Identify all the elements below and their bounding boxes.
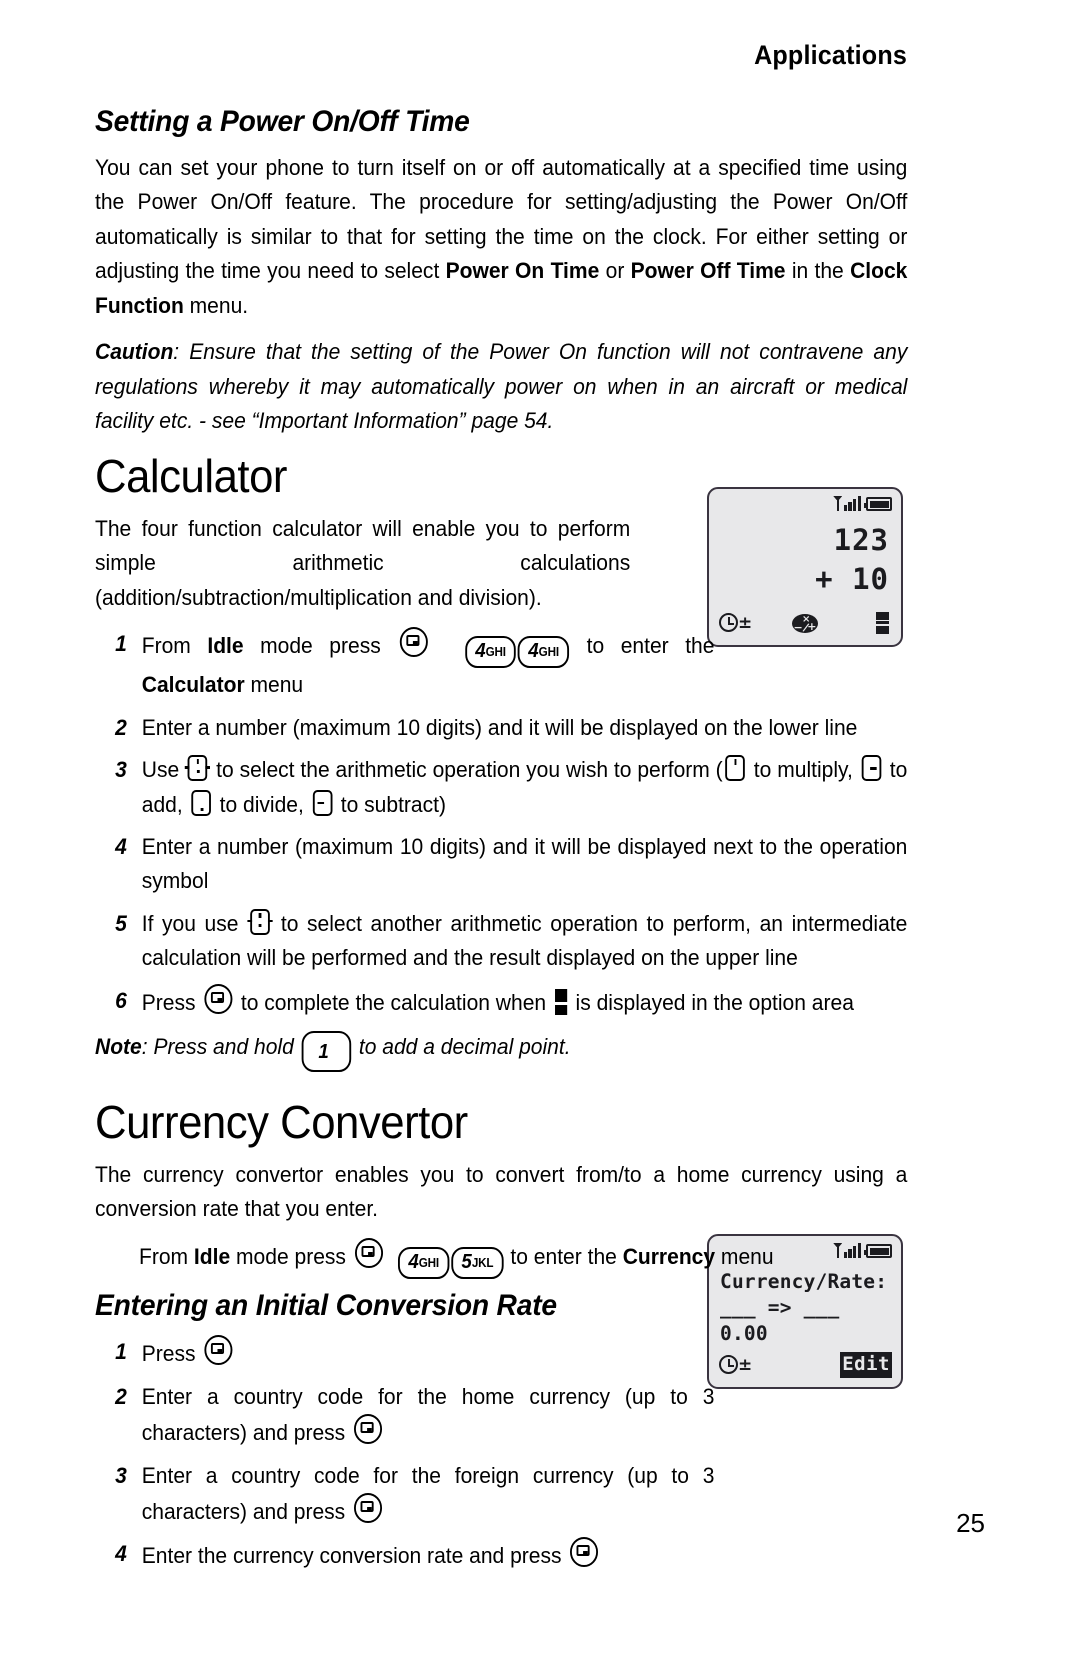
- select-key-icon: [354, 1238, 383, 1269]
- list-item: 1 From Idle mode press 4GHI 4GHI to enter …: [95, 627, 714, 702]
- currency-entry-line: From Idle mode press 4GHI 5JKL to enter t…: [139, 1238, 857, 1280]
- text-run: is displayed in the option area: [569, 989, 854, 1015]
- bold-currency: Currency: [622, 1244, 716, 1270]
- select-key-icon: [400, 627, 429, 658]
- bold-idle: Idle: [193, 1244, 231, 1270]
- text-run: Use: [141, 757, 186, 783]
- caution-label: Caution: [95, 339, 174, 365]
- step-number: 3: [115, 757, 127, 783]
- nav-left-right-key-icon: [247, 908, 273, 935]
- list-item: 3 Use to select the arithmetic operation …: [95, 753, 907, 822]
- keypad-key-4ghi-icon: 4GHI: [464, 636, 517, 669]
- note-decimal-point: Note: Press and hold 1 to add a decimal …: [95, 1030, 907, 1072]
- running-head: Applications: [754, 40, 907, 70]
- page-content: Applications Setting a Power On/Off Time…: [95, 40, 907, 1584]
- step-number: 2: [115, 1383, 127, 1409]
- nav-left-key-icon: [312, 789, 333, 816]
- text-run: Enter the currency conversion rate and p…: [141, 1543, 568, 1569]
- text-run: to divide,: [213, 791, 310, 817]
- heading-power-on-off-time: Setting a Power On/Off Time: [95, 105, 470, 138]
- step-number: 1: [115, 1339, 127, 1365]
- step-number: 3: [115, 1462, 127, 1488]
- paragraph-currency-intro: The currency convertor enables you to co…: [95, 1161, 908, 1221]
- text-run: Press: [141, 989, 202, 1015]
- note-label: Note: [95, 1034, 142, 1060]
- list-item: 5 If you use to select another arithmetic…: [95, 907, 907, 976]
- paragraph-calculator-intro: The four function calculator will enable…: [95, 516, 631, 610]
- step-number: 1: [115, 631, 127, 657]
- heading-entering-initial-conversion-rate: Entering an Initial Conversion Rate: [95, 1289, 557, 1323]
- text-run: to multiply,: [747, 757, 859, 783]
- page-number: 25: [956, 1508, 985, 1538]
- text-run: Enter a number (maximum 10 digits) and i…: [141, 714, 858, 740]
- text-run: Press: [141, 1341, 202, 1367]
- text-run: to enter the: [570, 633, 715, 659]
- select-key-icon: [570, 1537, 599, 1568]
- select-key-icon: [353, 1414, 382, 1445]
- nav-down-key-icon: [191, 789, 211, 816]
- nav-right-key-icon: [861, 755, 882, 782]
- paragraph-power-time: You can set your phone to turn itself on…: [95, 151, 907, 323]
- text-run: If you use: [141, 910, 248, 936]
- currency-steps: 1 Press 2 Enter a country code for the hom…: [95, 1335, 907, 1574]
- text-run: From: [139, 1244, 194, 1270]
- step-number: 5: [115, 910, 127, 936]
- text-run: Enter a country code for the foreign cur…: [141, 1462, 715, 1525]
- text-run: menu.: [183, 292, 249, 318]
- text-run: mode press: [243, 633, 398, 659]
- keypad-key-4ghi-icon: 4GHI: [517, 636, 570, 669]
- paragraph-caution: Caution: Ensure that the setting of the …: [95, 335, 907, 438]
- text-run: or: [599, 258, 631, 284]
- keypad-key-4ghi-icon: 4GHI: [398, 1247, 450, 1280]
- step-number: 2: [115, 714, 127, 740]
- bold-power-off-time: Power Off Time: [630, 258, 786, 284]
- bold-power-on-time: Power On Time: [445, 258, 600, 284]
- text-run: to complete the calculation when: [235, 989, 552, 1015]
- caution-text: : Ensure that the setting of the Power O…: [95, 339, 908, 433]
- text-run: From: [141, 633, 208, 659]
- manual-page: 123 + 10 ± × − + ∕ Currency/Rate: ___ =>…: [0, 0, 1080, 1667]
- keypad-key-1-icon: 1: [301, 1031, 352, 1072]
- text-run: in the: [785, 258, 851, 284]
- text-run: : Press and hold: [141, 1034, 300, 1060]
- text-run: to subtract): [334, 791, 447, 817]
- keypad-key-5jkl-icon: 5JKL: [451, 1247, 504, 1280]
- list-item: 6 Press to complete the calculation when …: [95, 983, 907, 1020]
- equals-option-icon: [554, 988, 567, 1015]
- bold-idle: Idle: [207, 633, 244, 659]
- text-run: menu: [244, 672, 304, 698]
- select-key-icon: [204, 1335, 233, 1366]
- heading-currency-convertor: Currency Convertor: [95, 1095, 468, 1148]
- calculator-steps: 1 From Idle mode press 4GHI 4GHI to enter …: [95, 627, 907, 1020]
- heading-calculator: Calculator: [95, 450, 287, 503]
- select-key-icon: [353, 1493, 382, 1524]
- text-run: Enter a number (maximum 10 digits) and i…: [141, 834, 908, 894]
- nav-left-right-key-icon: [185, 755, 211, 782]
- list-item: 2 Enter a country code for the home curre…: [95, 1380, 714, 1451]
- nav-up-key-icon: [725, 755, 746, 782]
- text-run: to enter the: [504, 1244, 623, 1270]
- list-item: 1 Press: [95, 1335, 714, 1371]
- step-number: 4: [115, 834, 127, 859]
- bold-calculator: Calculator: [141, 672, 245, 698]
- step-number: 4: [115, 1541, 127, 1567]
- list-item: 4 Enter a number (maximum 10 digits) and …: [95, 830, 907, 899]
- text-run: to select the arithmetic operation you w…: [210, 757, 723, 783]
- select-key-icon: [204, 983, 233, 1014]
- list-item: 3 Enter a country code for the foreign cu…: [95, 1459, 714, 1530]
- list-item: 2 Enter a number (maximum 10 digits) and …: [95, 711, 907, 745]
- step-number: 6: [115, 987, 127, 1013]
- text-run: to add a decimal point.: [353, 1034, 571, 1060]
- text-run: mode press: [230, 1244, 352, 1270]
- text-run: menu: [715, 1244, 774, 1270]
- text-run: Enter a country code for the home curren…: [141, 1383, 715, 1446]
- list-item: 4 Enter the currency conversion rate and …: [95, 1537, 907, 1573]
